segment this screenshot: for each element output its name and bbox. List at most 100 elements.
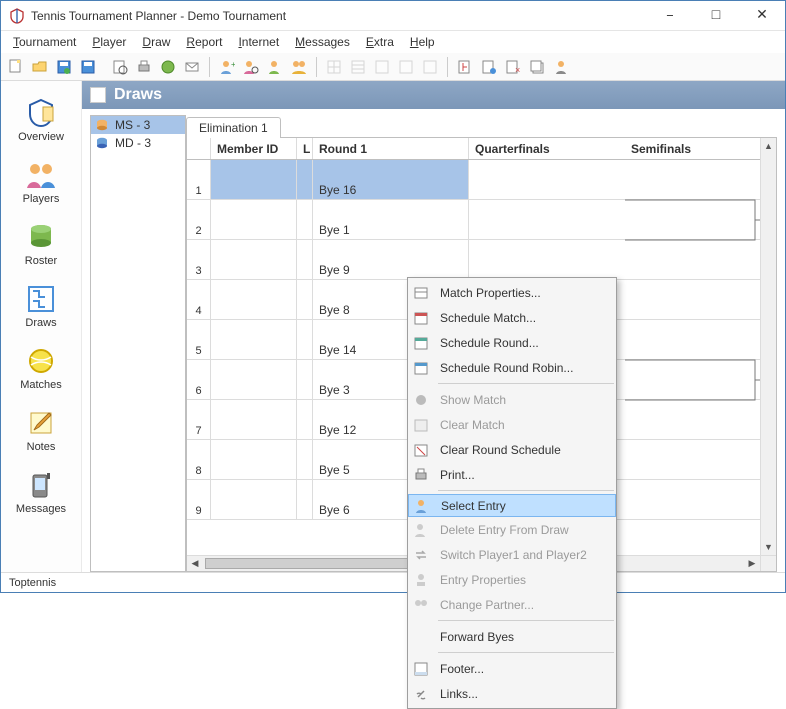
cell-semifinals[interactable] (625, 320, 776, 359)
cell-l[interactable] (297, 400, 313, 439)
maximize-button[interactable]: □ (693, 1, 739, 31)
cell-member-id[interactable] (211, 440, 297, 479)
sidebar-item-matches[interactable]: Matches (9, 341, 73, 395)
col-quarterfinals[interactable]: Quarterfinals (469, 138, 625, 159)
menu-tournament[interactable]: Tournament (7, 33, 82, 51)
close-button[interactable]: ✕ (739, 1, 785, 31)
tb-preview-icon[interactable] (109, 56, 131, 78)
context-menu-item[interactable]: Print... (408, 462, 616, 487)
tb-player-list-icon[interactable] (288, 56, 310, 78)
tb-draw-player-icon[interactable] (550, 56, 572, 78)
cell-semifinals[interactable] (625, 240, 776, 279)
tb-send-icon[interactable] (181, 56, 203, 78)
scroll-up-icon[interactable]: ▲ (761, 138, 776, 154)
tb-draw-del-icon[interactable]: × (502, 56, 524, 78)
table-row[interactable]: 2Bye 1 (187, 200, 776, 240)
tb-open-icon[interactable] (29, 56, 51, 78)
tb-player-add-icon[interactable]: + (216, 56, 238, 78)
menu-report[interactable]: Report (180, 33, 228, 51)
menu-internet[interactable]: Internet (232, 33, 285, 51)
sidebar-item-overview[interactable]: Overview (9, 93, 73, 147)
cell-l[interactable] (297, 160, 313, 199)
cell-member-id[interactable] (211, 160, 297, 199)
cell-quarterfinals[interactable] (469, 200, 625, 239)
tb-grid3-icon[interactable] (371, 56, 393, 78)
scroll-down-icon[interactable]: ▼ (761, 539, 776, 555)
cell-l[interactable] (297, 440, 313, 479)
context-menu-item[interactable]: Clear Round Schedule (408, 437, 616, 462)
cell-member-id[interactable] (211, 400, 297, 439)
tb-grid1-icon[interactable] (323, 56, 345, 78)
col-semifinals[interactable]: Semifinals (625, 138, 760, 159)
context-menu-item[interactable]: Schedule Round Robin... (408, 355, 616, 380)
cell-l[interactable] (297, 200, 313, 239)
cell-l[interactable] (297, 280, 313, 319)
cell-semifinals[interactable] (625, 480, 776, 519)
tb-backup-icon[interactable] (77, 56, 99, 78)
tb-new-icon[interactable] (5, 56, 27, 78)
event-item[interactable]: MD - 3 (91, 134, 185, 152)
table-row[interactable]: 3Bye 9 (187, 240, 776, 280)
cell-member-id[interactable] (211, 280, 297, 319)
cell-semifinals[interactable] (625, 360, 776, 399)
menu-draw[interactable]: Draw (136, 33, 176, 51)
cell-member-id[interactable] (211, 480, 297, 519)
context-menu-item[interactable]: Select Entry (408, 494, 616, 517)
event-item[interactable]: MS - 3 (91, 116, 185, 134)
scroll-right-icon[interactable]: ▶ (744, 556, 760, 571)
cell-round1[interactable]: Bye 9 (313, 240, 469, 279)
col-l[interactable]: L (297, 138, 313, 159)
tb-print-icon[interactable] (133, 56, 155, 78)
cell-semifinals[interactable] (625, 160, 776, 199)
tb-grid5-icon[interactable] (419, 56, 441, 78)
cell-quarterfinals[interactable] (469, 240, 625, 279)
tb-grid2-icon[interactable] (347, 56, 369, 78)
cell-semifinals[interactable] (625, 440, 776, 479)
tb-player-props-icon[interactable] (264, 56, 286, 78)
context-menu-item[interactable]: Links... (408, 681, 616, 706)
sidebar-item-players[interactable]: Players (9, 155, 73, 209)
menu-extra[interactable]: Extra (360, 33, 400, 51)
cell-l[interactable] (297, 240, 313, 279)
scroll-thumb[interactable] (205, 558, 425, 569)
cell-member-id[interactable] (211, 320, 297, 359)
menu-help[interactable]: Help (404, 33, 441, 51)
cell-member-id[interactable] (211, 200, 297, 239)
cell-round1[interactable]: Bye 1 (313, 200, 469, 239)
tb-grid4-icon[interactable] (395, 56, 417, 78)
scroll-left-icon[interactable]: ◀ (187, 556, 203, 571)
cell-quarterfinals[interactable] (469, 160, 625, 199)
tab-elimination[interactable]: Elimination 1 (186, 117, 281, 138)
table-row[interactable]: 1Bye 16 (187, 160, 776, 200)
sidebar-item-roster[interactable]: Roster (9, 217, 73, 271)
cell-l[interactable] (297, 320, 313, 359)
cell-semifinals[interactable] (625, 280, 776, 319)
cell-l[interactable] (297, 360, 313, 399)
cell-semifinals[interactable] (625, 200, 776, 239)
context-menu-item[interactable]: Schedule Match... (408, 305, 616, 330)
tb-draw-dup-icon[interactable] (526, 56, 548, 78)
tb-save-icon[interactable] (53, 56, 75, 78)
context-menu-item[interactable]: Match Properties... (408, 280, 616, 305)
tb-draw-props-icon[interactable] (478, 56, 500, 78)
cell-round1[interactable]: Bye 16 (313, 160, 469, 199)
context-menu-item[interactable]: Forward Byes (408, 624, 616, 649)
col-round1[interactable]: Round 1 (313, 138, 469, 159)
sidebar-item-messages[interactable]: Messages (9, 465, 73, 519)
sidebar-item-draws[interactable]: Draws (9, 279, 73, 333)
col-member-id[interactable]: Member ID (211, 138, 297, 159)
context-menu-item[interactable]: Schedule Round... (408, 330, 616, 355)
tb-player-find-icon[interactable] (240, 56, 262, 78)
menu-player[interactable]: Player (86, 33, 132, 51)
cell-semifinals[interactable] (625, 400, 776, 439)
sidebar-item-notes[interactable]: Notes (9, 403, 73, 457)
context-menu-item[interactable]: Footer... (408, 656, 616, 681)
tb-publish-icon[interactable] (157, 56, 179, 78)
cell-member-id[interactable] (211, 240, 297, 279)
cell-l[interactable] (297, 480, 313, 519)
tb-draw-new-icon[interactable] (454, 56, 476, 78)
cell-member-id[interactable] (211, 360, 297, 399)
minimize-button[interactable]: – (647, 1, 693, 31)
vertical-scrollbar[interactable]: ▲ ▼ (760, 138, 776, 555)
menu-messages[interactable]: Messages (289, 33, 356, 51)
